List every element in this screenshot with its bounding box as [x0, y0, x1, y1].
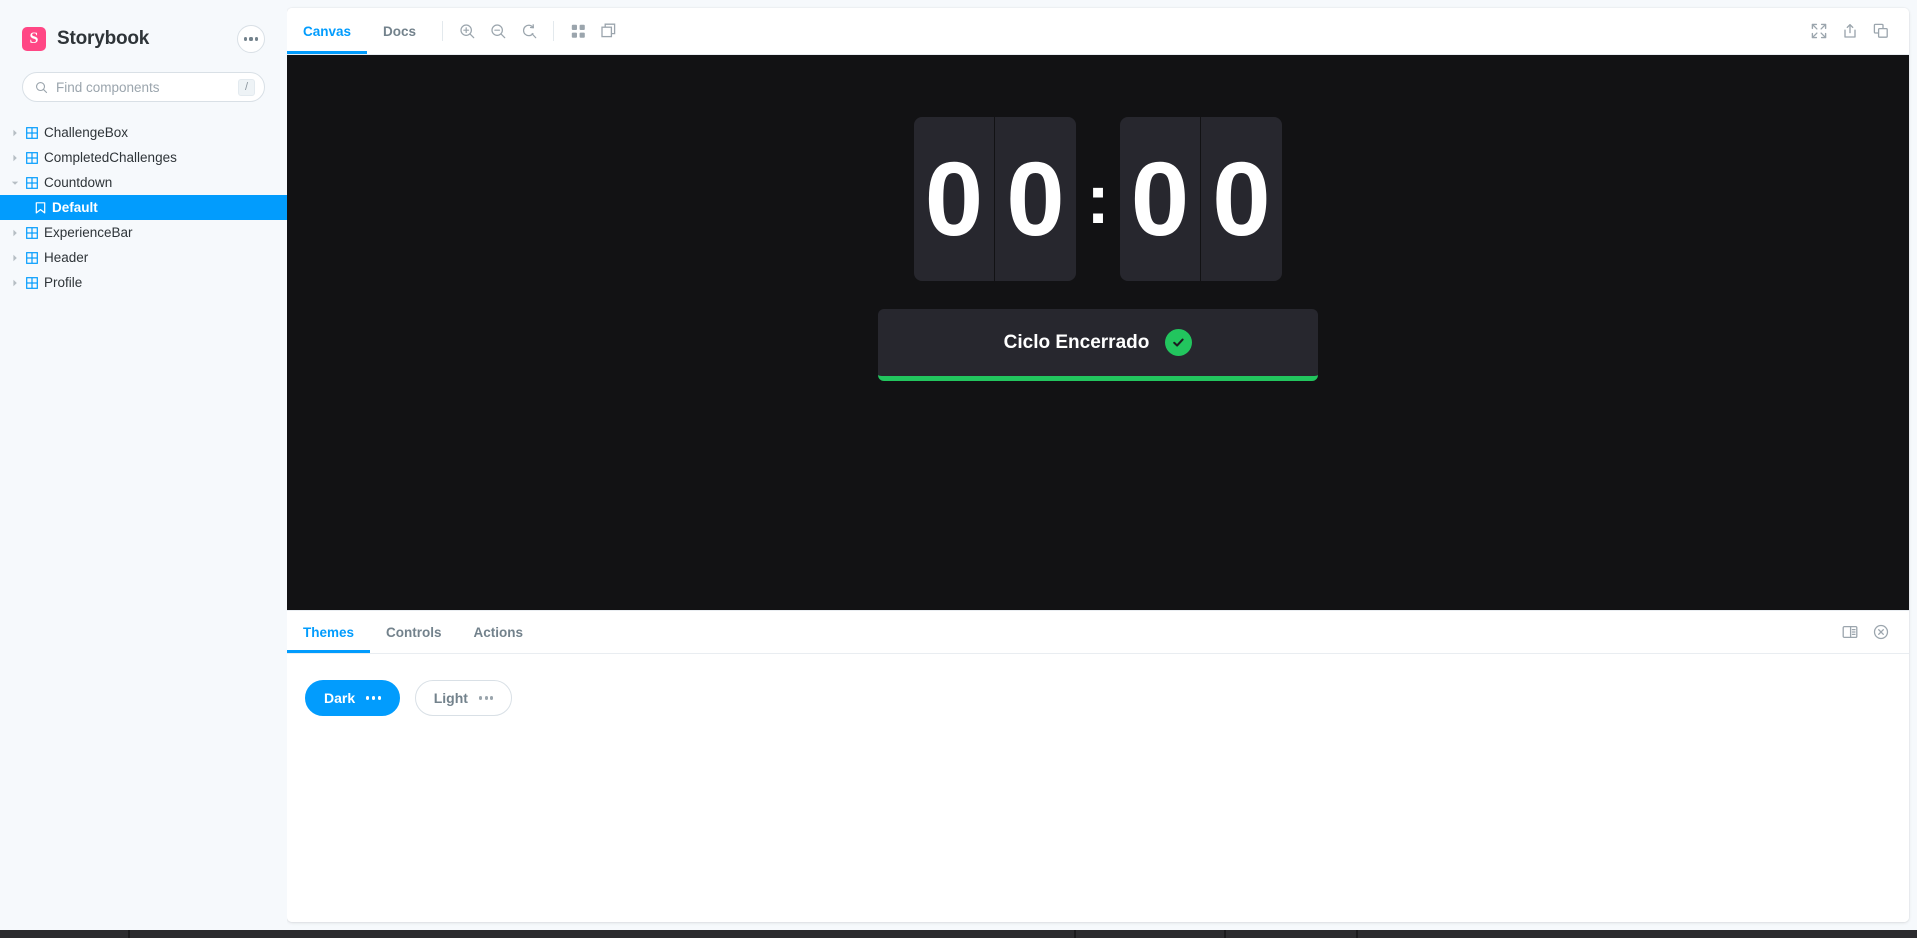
theme-label: Light — [433, 690, 468, 706]
addons-actions — [1836, 618, 1895, 646]
component-icon — [22, 226, 42, 239]
sidebar-item-header[interactable]: Header — [0, 245, 287, 270]
menu-dots-icon — [243, 37, 259, 41]
sidebar-item-label: CompletedChallenges — [44, 150, 177, 165]
story-bookmark-icon — [30, 201, 50, 214]
storybook-app: S Storybook / — [0, 0, 1917, 938]
addons-tabs: Themes Controls Actions — [287, 611, 539, 653]
sidebar: S Storybook / — [0, 0, 287, 930]
chevron-down-icon — [8, 179, 22, 187]
main-area: Canvas Docs 0 0: 0 0 Ciclo Encerrado Th… — [287, 0, 1917, 930]
sidebar-item-label: ChallengeBox — [44, 125, 129, 140]
check-circle-icon — [1165, 329, 1193, 356]
theme-dots-icon[interactable] — [478, 696, 494, 700]
sidebar-item-profile[interactable]: Profile — [0, 270, 287, 295]
chevron-right-icon — [8, 129, 22, 137]
zoom-out-icon[interactable] — [484, 17, 512, 45]
tab-docs[interactable]: Docs — [367, 8, 432, 54]
sidebar-item-label: Profile — [44, 275, 83, 290]
toolbar-divider-2 — [553, 21, 555, 41]
chevron-right-icon — [8, 279, 22, 287]
tab-controls[interactable]: Controls — [370, 611, 458, 653]
sidebar-item-default-story[interactable]: Default — [0, 195, 287, 220]
component-icon — [22, 176, 42, 189]
open-in-new-tab-icon[interactable] — [1836, 17, 1864, 45]
countdown-component: 0 0 : 0 0 Ciclo Encerrado — [878, 117, 1318, 381]
fullscreen-icon[interactable] — [1805, 17, 1833, 45]
chevron-right-icon — [8, 254, 22, 262]
minutes-tens-digit: 0 — [914, 117, 995, 281]
chevron-right-icon — [8, 154, 22, 162]
search-box[interactable]: / — [22, 72, 265, 102]
sidebar-item-label: ExperienceBar — [44, 225, 133, 240]
sidebar-header: S Storybook — [0, 0, 287, 58]
sidebar-item-label: Default — [52, 200, 98, 215]
seconds-ones-digit: 0 — [1201, 117, 1282, 281]
component-icon — [22, 276, 42, 289]
grid-background-icon[interactable] — [564, 17, 592, 45]
canvas-options — [564, 17, 623, 45]
countdown-clock: 0 0 : 0 0 — [878, 117, 1318, 281]
zoom-in-icon[interactable] — [453, 17, 481, 45]
app-body: S Storybook / — [0, 0, 1917, 930]
canvas-actions — [1805, 17, 1895, 45]
sidebar-item-completedchallenges[interactable]: CompletedChallenges — [0, 145, 287, 170]
sidebar-menu-button[interactable] — [237, 25, 265, 53]
panel-position-icon[interactable] — [1836, 618, 1864, 646]
search-container: / — [0, 58, 287, 102]
addons-panel: Themes Controls Actions Dark Light — [287, 610, 1909, 922]
close-panel-icon[interactable] — [1867, 618, 1895, 646]
tab-themes[interactable]: Themes — [287, 611, 371, 653]
storybook-logo-icon: S — [22, 27, 46, 51]
component-tree: ChallengeBox CompletedChallenges Countdo… — [0, 120, 287, 295]
sidebar-item-label: Countdown — [44, 175, 113, 190]
component-icon — [22, 126, 42, 139]
theme-option-light[interactable]: Light — [414, 680, 513, 716]
minutes-ones-digit: 0 — [995, 117, 1076, 281]
chevron-right-icon — [8, 229, 22, 237]
toolbar-divider-1 — [442, 21, 444, 41]
component-icon — [22, 151, 42, 164]
seconds-tens-digit: 0 — [1120, 117, 1201, 281]
canvas-tabs: Canvas Docs — [287, 8, 432, 54]
preview-card: Canvas Docs 0 0: 0 0 Ciclo Encerrado Th… — [287, 8, 1909, 922]
copy-canvas-link-icon[interactable] — [1867, 17, 1895, 45]
minutes-group: 0 0 — [914, 117, 1076, 281]
sidebar-item-challengebox[interactable]: ChallengeBox — [0, 120, 287, 145]
zoom-reset-icon[interactable] — [515, 17, 543, 45]
theme-option-dark[interactable]: Dark — [305, 680, 400, 716]
tab-canvas[interactable]: Canvas — [287, 8, 368, 54]
search-shortcut-key: / — [238, 78, 255, 96]
sidebar-item-countdown[interactable]: Countdown — [0, 170, 287, 195]
canvas-toolbar: Canvas Docs — [287, 8, 1909, 55]
cycle-finished-button: Ciclo Encerrado — [878, 309, 1318, 381]
brand-title: Storybook — [57, 28, 150, 49]
brand[interactable]: S Storybook — [22, 27, 149, 51]
theme-label: Dark — [324, 690, 356, 706]
sidebar-item-label: Header — [44, 250, 89, 265]
theme-dots-icon[interactable] — [366, 696, 381, 700]
search-icon — [35, 81, 48, 94]
cycle-button-label: Ciclo Encerrado — [1003, 331, 1150, 353]
story-preview-canvas: 0 0 : 0 0 Ciclo Encerrado — [287, 55, 1909, 610]
theme-switcher: Dark Light — [305, 680, 1891, 716]
component-icon — [22, 251, 42, 264]
os-taskbar-strip — [0, 930, 1917, 938]
clock-separator: : — [1086, 160, 1110, 238]
search-input[interactable] — [56, 79, 238, 95]
measure-outline-icon[interactable] — [595, 17, 623, 45]
seconds-group: 0 0 — [1120, 117, 1282, 281]
tab-actions[interactable]: Actions — [458, 611, 540, 653]
sidebar-item-experiencebar[interactable]: ExperienceBar — [0, 220, 287, 245]
themes-addon-body: Dark Light — [287, 654, 1909, 922]
addons-tabbar: Themes Controls Actions — [287, 611, 1909, 654]
zoom-controls — [453, 17, 543, 45]
